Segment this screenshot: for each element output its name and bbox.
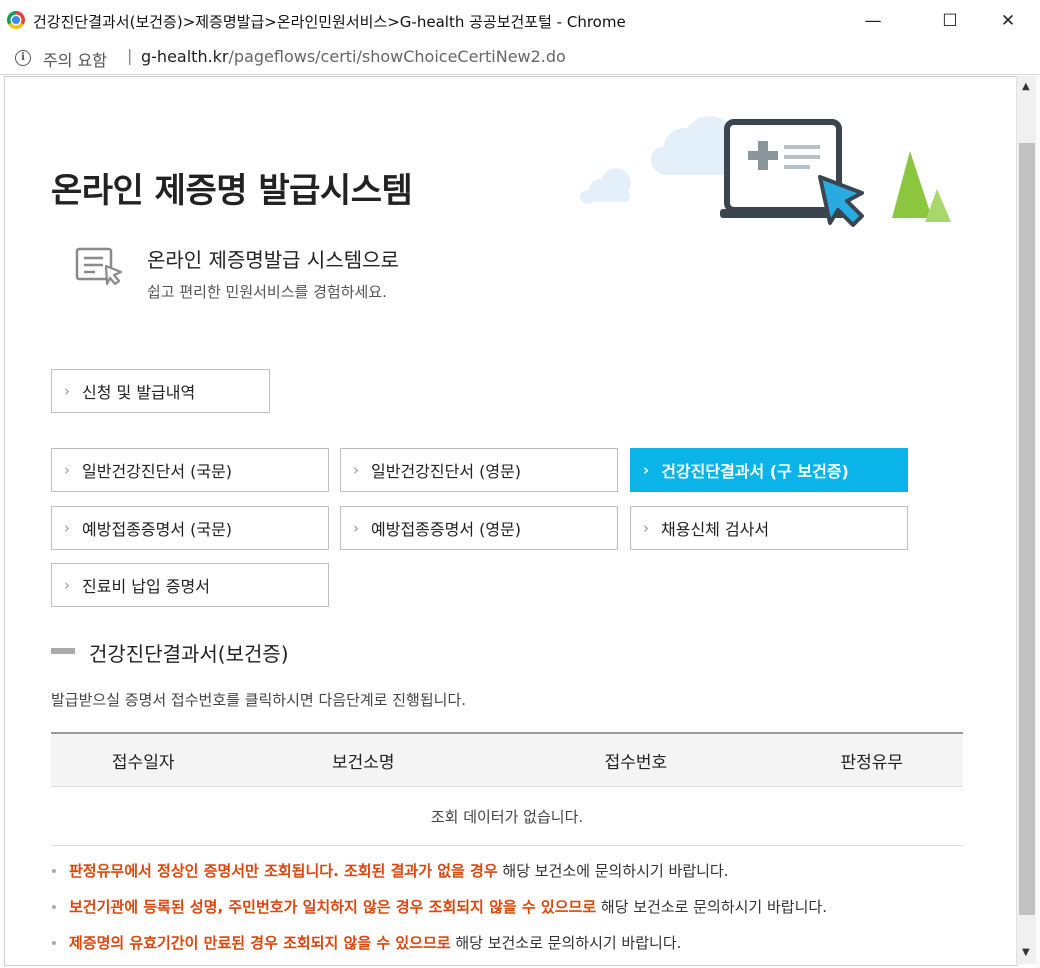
close-button[interactable]: ✕ bbox=[985, 6, 1031, 36]
chevron-right-icon: › bbox=[643, 461, 650, 479]
button-label: 예방접종증명서 (국문) bbox=[82, 520, 233, 539]
cert-button-health-result[interactable]: › 건강진단결과서 (구 보건증) bbox=[630, 448, 908, 492]
cert-button-vaccination-korean[interactable]: › 예방접종증명서 (국문) bbox=[51, 506, 329, 550]
application-history-button[interactable]: › 신청 및 발급내역 bbox=[51, 369, 270, 413]
cert-button-general-health-korean[interactable]: › 일반건강진단서 (국문) bbox=[51, 448, 329, 492]
button-label: 건강진단결과서 (구 보건증) bbox=[661, 462, 849, 481]
page-content: 온라인 제증명 발급시스템 온라인 제증명발급 시스템으로 쉽고 편리한 민원서… bbox=[5, 77, 1017, 965]
column-header-date: 접수일자 bbox=[51, 732, 236, 787]
address-bar[interactable]: i 주의 요함 | g-health.kr/pageflows/certi/sh… bbox=[0, 42, 1040, 75]
section-title: 건강진단결과서(보건증) bbox=[89, 642, 289, 666]
background-window-edge bbox=[1036, 76, 1040, 968]
cert-button-vaccination-english[interactable]: › 예방접종증명서 (영문) bbox=[340, 506, 618, 550]
notice-text: 해당 보건소로 문의하시기 바랍니다. bbox=[450, 934, 682, 952]
intro-subtext: 쉽고 편리한 민원서비스를 경험하세요. bbox=[147, 283, 387, 301]
scroll-up-icon[interactable]: ▲ bbox=[1022, 81, 1030, 92]
table-row: 조회 데이터가 없습니다. bbox=[51, 786, 963, 846]
chevron-right-icon: › bbox=[353, 461, 359, 479]
url-text[interactable]: g-health.kr/pageflows/certi/showChoiceCe… bbox=[141, 47, 566, 66]
info-icon[interactable]: i bbox=[15, 50, 31, 66]
cert-button-general-health-english[interactable]: › 일반건강진단서 (영문) bbox=[340, 448, 618, 492]
minimize-button[interactable]: — bbox=[850, 6, 896, 36]
column-header-health-center: 보건소명 bbox=[235, 732, 492, 787]
section-marker bbox=[51, 648, 75, 654]
list-item: 판정유무에서 정상인 증명서만 조회됩니다. 조회된 결과가 없을 경우 해당 … bbox=[51, 861, 981, 881]
chevron-right-icon: › bbox=[643, 519, 649, 537]
section-description: 발급받으실 증명서 접수번호를 클릭하시면 다음단계로 진행됩니다. bbox=[51, 691, 467, 709]
illustration bbox=[580, 116, 951, 227]
button-label: 예방접종증명서 (영문) bbox=[371, 520, 522, 539]
cloud-small-icon bbox=[580, 168, 631, 204]
notice-highlight: 판정유무에서 정상인 증명서만 조회됩니다. 조회된 결과가 없을 경우 bbox=[69, 862, 498, 880]
button-label: 채용신체 검사서 bbox=[661, 520, 770, 539]
chrome-logo-icon bbox=[7, 11, 25, 29]
button-label: 신청 및 발급내역 bbox=[82, 383, 196, 402]
cert-button-employment-exam[interactable]: › 채용신체 검사서 bbox=[630, 506, 908, 550]
scroll-down-icon[interactable]: ▼ bbox=[1022, 947, 1030, 958]
chevron-right-icon: › bbox=[64, 382, 70, 400]
chevron-right-icon: › bbox=[64, 519, 70, 537]
notice-text: 해당 보건소로 문의하시기 바랍니다. bbox=[596, 898, 827, 916]
list-item: 제증명의 유효기간이 만료된 경우 조회되지 않을 수 있으므로 해당 보건소로… bbox=[51, 933, 981, 953]
notice-text: 해당 보건소에 문의하시기 바랍니다. bbox=[497, 862, 729, 880]
vertical-scrollbar[interactable]: ▲ ▼ bbox=[1016, 76, 1037, 964]
document-cursor-icon bbox=[75, 247, 123, 285]
notice-list: 판정유무에서 정상인 증명서만 조회됩니다. 조회된 결과가 없을 경우 해당 … bbox=[51, 861, 981, 965]
page-title: 온라인 제증명 발급시스템 bbox=[51, 171, 413, 211]
empty-message: 조회 데이터가 없습니다. bbox=[51, 786, 963, 846]
window-title: 건강진단결과서(보건증)>제증명발급>온라인민원서비스>G-health 공공보… bbox=[33, 13, 626, 31]
cert-button-medical-payment[interactable]: › 진료비 납입 증명서 bbox=[51, 563, 329, 607]
page-viewport: 온라인 제증명 발급시스템 온라인 제증명발급 시스템으로 쉽고 편리한 민원서… bbox=[4, 76, 1018, 966]
chevron-right-icon: › bbox=[353, 519, 359, 537]
notice-highlight: 보건기관에 등록된 성명, 주민번호가 일치하지 않은 경우 조회되지 않을 수… bbox=[69, 898, 597, 916]
url-path: /pageflows/certi/showChoiceCertiNew2.do bbox=[228, 47, 566, 66]
notice-highlight: 제증명의 유효기간이 만료된 경우 조회되지 않을 수 있으므로 bbox=[69, 934, 451, 952]
scroll-thumb[interactable] bbox=[1019, 143, 1035, 915]
column-header-judgment: 판정유무 bbox=[780, 732, 963, 787]
button-label: 일반건강진단서 (국문) bbox=[82, 462, 233, 481]
chevron-right-icon: › bbox=[64, 461, 70, 479]
intro-heading: 온라인 제증명발급 시스템으로 bbox=[147, 248, 399, 272]
button-label: 진료비 납입 증명서 bbox=[82, 577, 210, 596]
tree-icon bbox=[892, 151, 951, 222]
chevron-right-icon: › bbox=[64, 576, 70, 594]
maximize-button[interactable]: ☐ bbox=[927, 6, 973, 36]
address-separator: | bbox=[127, 46, 133, 65]
list-item: 보건기관에 등록된 성명, 주민번호가 일치하지 않은 경우 조회되지 않을 수… bbox=[51, 897, 981, 917]
url-host: g-health.kr bbox=[141, 47, 229, 66]
results-table: 접수일자 보건소명 접수번호 판정유무 조회 데이터가 없습니다. bbox=[51, 732, 963, 846]
table-header-row: 접수일자 보건소명 접수번호 판정유무 bbox=[51, 732, 963, 787]
browser-titlebar: 건강진단결과서(보건증)>제증명발급>온라인민원서비스>G-health 공공보… bbox=[0, 0, 1040, 43]
button-label: 일반건강진단서 (영문) bbox=[371, 462, 522, 481]
column-header-receipt-number: 접수번호 bbox=[491, 732, 781, 787]
security-warning[interactable]: 주의 요함 bbox=[43, 47, 107, 71]
